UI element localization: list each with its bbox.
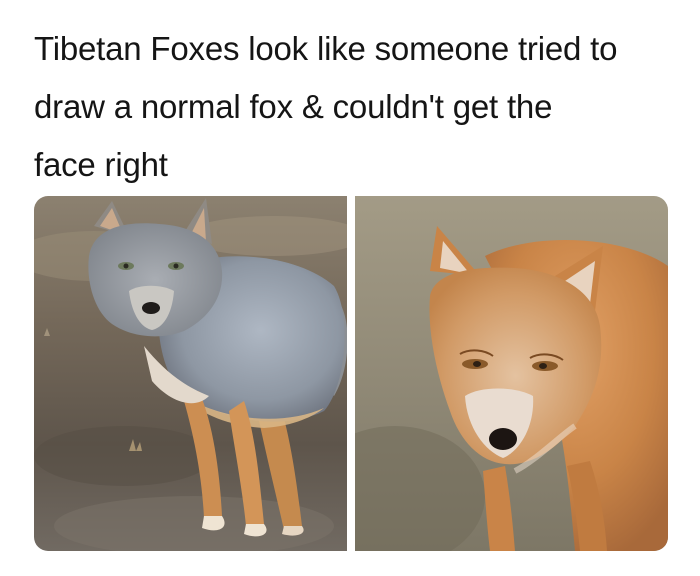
- meme-caption: Tibetan Foxes look like someone tried to…: [34, 20, 674, 194]
- tibetan-fox-photo-right: [355, 196, 668, 551]
- photo-pair: [34, 196, 668, 551]
- caption-line-2: draw a normal fox & couldn't get the: [34, 88, 553, 125]
- tibetan-fox-photo-left: [34, 196, 347, 551]
- caption-line-3: face right: [34, 146, 168, 183]
- caption-line-1: Tibetan Foxes look like someone tried to: [34, 30, 618, 67]
